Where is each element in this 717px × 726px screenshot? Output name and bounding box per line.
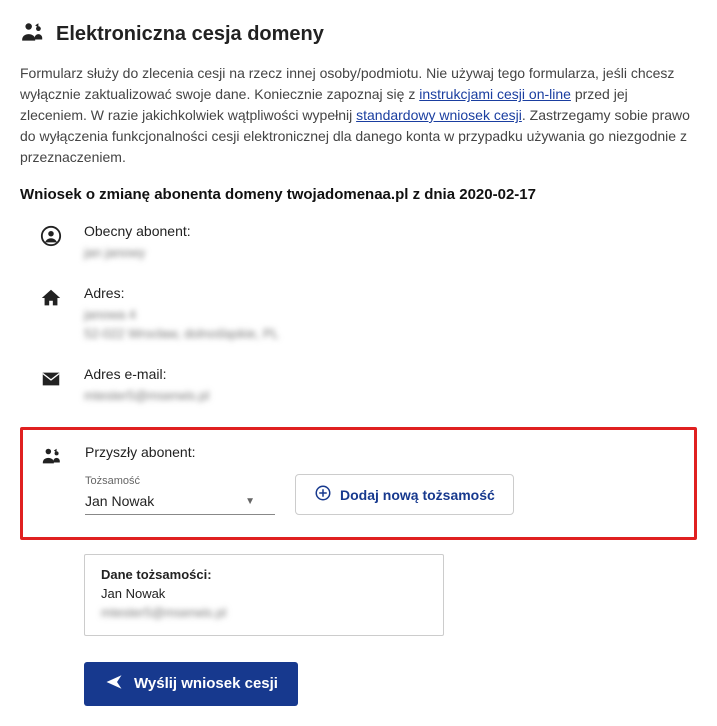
current-subscriber-row: Obecny abonent: jan janowy	[20, 223, 697, 263]
transfer-icon	[20, 20, 46, 49]
future-subscriber-box: Przyszły abonent: Tożsamość Jan Nowak ▼ …	[20, 427, 697, 540]
request-subtitle: Wniosek o zmianę abonenta domeny twojado…	[20, 186, 697, 203]
instructions-link[interactable]: instrukcjami cesji on-line	[419, 86, 571, 102]
identity-select[interactable]: Jan Nowak ▼	[85, 489, 275, 515]
transfer-icon	[41, 446, 63, 471]
current-subscriber-label: Obecny abonent:	[84, 223, 697, 239]
email-row: Adres e-mail: mtester5@mserwis.pl	[20, 366, 697, 406]
address-label: Adres:	[84, 285, 697, 301]
add-identity-button[interactable]: Dodaj nową tożsamość	[295, 474, 514, 515]
current-subscriber-value: jan janowy	[84, 243, 697, 263]
send-icon	[104, 673, 124, 695]
page-header: Elektroniczna cesja domeny	[20, 20, 697, 49]
mail-icon	[40, 368, 62, 393]
chevron-down-icon: ▼	[245, 496, 255, 507]
address-line2: 52-022 Wrocław, dolnośląskie, PL	[84, 324, 697, 344]
identity-card-name: Jan Nowak	[101, 586, 427, 601]
identity-select-value: Jan Nowak	[85, 493, 154, 509]
plus-circle-icon	[314, 484, 332, 505]
page-title: Elektroniczna cesja domeny	[56, 23, 324, 46]
standard-request-link[interactable]: standardowy wniosek cesji	[356, 107, 522, 123]
identity-card-title: Dane tożsamości:	[101, 567, 427, 582]
email-value: mtester5@mserwis.pl	[84, 386, 697, 406]
identity-card-email: mtester5@mserwis.pl	[101, 603, 427, 623]
address-row: Adres: janowa 4 52-022 Wrocław, dolnoślą…	[20, 285, 697, 344]
email-label: Adres e-mail:	[84, 366, 697, 382]
intro-text: Formularz służy do zlecenia cesji na rze…	[20, 63, 697, 168]
future-subscriber-label: Przyszły abonent:	[85, 444, 676, 460]
address-line1: janowa 4	[84, 305, 697, 325]
person-icon	[40, 225, 62, 250]
home-icon	[40, 287, 62, 312]
submit-request-button[interactable]: Wyślij wniosek cesji	[84, 662, 298, 706]
identity-select-label: Tożsamość	[85, 475, 275, 487]
identity-card: Dane tożsamości: Jan Nowak mtester5@mser…	[84, 554, 444, 636]
